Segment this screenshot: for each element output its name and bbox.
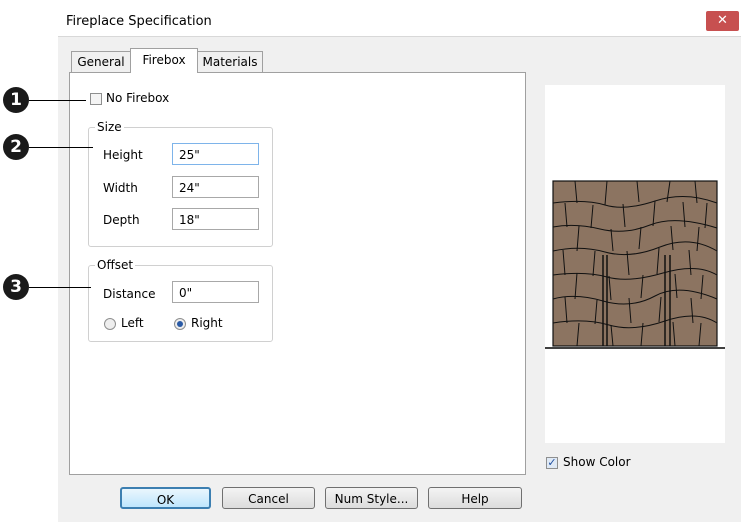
- callout-badge-2: 2: [3, 134, 29, 160]
- callout-badge-1: 1: [3, 87, 29, 113]
- dialog-title: Fireplace Specification: [66, 14, 212, 29]
- distance-field[interactable]: 0": [172, 281, 259, 303]
- no-firebox-checkbox[interactable]: [90, 93, 102, 105]
- right-radio[interactable]: [174, 318, 186, 330]
- tab-materials[interactable]: Materials: [197, 51, 263, 72]
- depth-label: Depth: [103, 213, 140, 227]
- callout-badge-3: 3: [3, 274, 29, 300]
- tab-general[interactable]: General: [71, 51, 131, 72]
- ok-button[interactable]: OK: [120, 487, 211, 509]
- callout-leader-3: [29, 287, 91, 288]
- distance-label: Distance: [103, 287, 156, 301]
- depth-field[interactable]: 18": [172, 208, 259, 230]
- height-label: Height: [103, 148, 143, 162]
- tab-firebox[interactable]: Firebox: [130, 48, 198, 73]
- height-field[interactable]: 25": [172, 143, 259, 165]
- show-color-checkbox[interactable]: ✓: [546, 457, 558, 469]
- offset-group-label: Offset: [95, 258, 136, 272]
- callout-leader-1: [29, 100, 86, 101]
- no-firebox-label: No Firebox: [106, 91, 170, 105]
- callout-leader-2: [29, 147, 93, 148]
- preview-pane: [545, 85, 725, 443]
- left-radio-label: Left: [121, 316, 144, 330]
- close-icon: ✕: [717, 13, 728, 28]
- fireplace-preview-image: [545, 180, 725, 349]
- width-label: Width: [103, 181, 138, 195]
- size-group-label: Size: [95, 120, 124, 134]
- num-style-button[interactable]: Num Style...: [325, 487, 418, 509]
- width-field[interactable]: 24": [172, 176, 259, 198]
- help-button[interactable]: Help: [428, 487, 522, 509]
- left-radio[interactable]: [104, 318, 116, 330]
- show-color-label: Show Color: [563, 455, 631, 469]
- cancel-button[interactable]: Cancel: [222, 487, 315, 509]
- close-button[interactable]: ✕: [706, 11, 739, 31]
- right-radio-label: Right: [191, 316, 223, 330]
